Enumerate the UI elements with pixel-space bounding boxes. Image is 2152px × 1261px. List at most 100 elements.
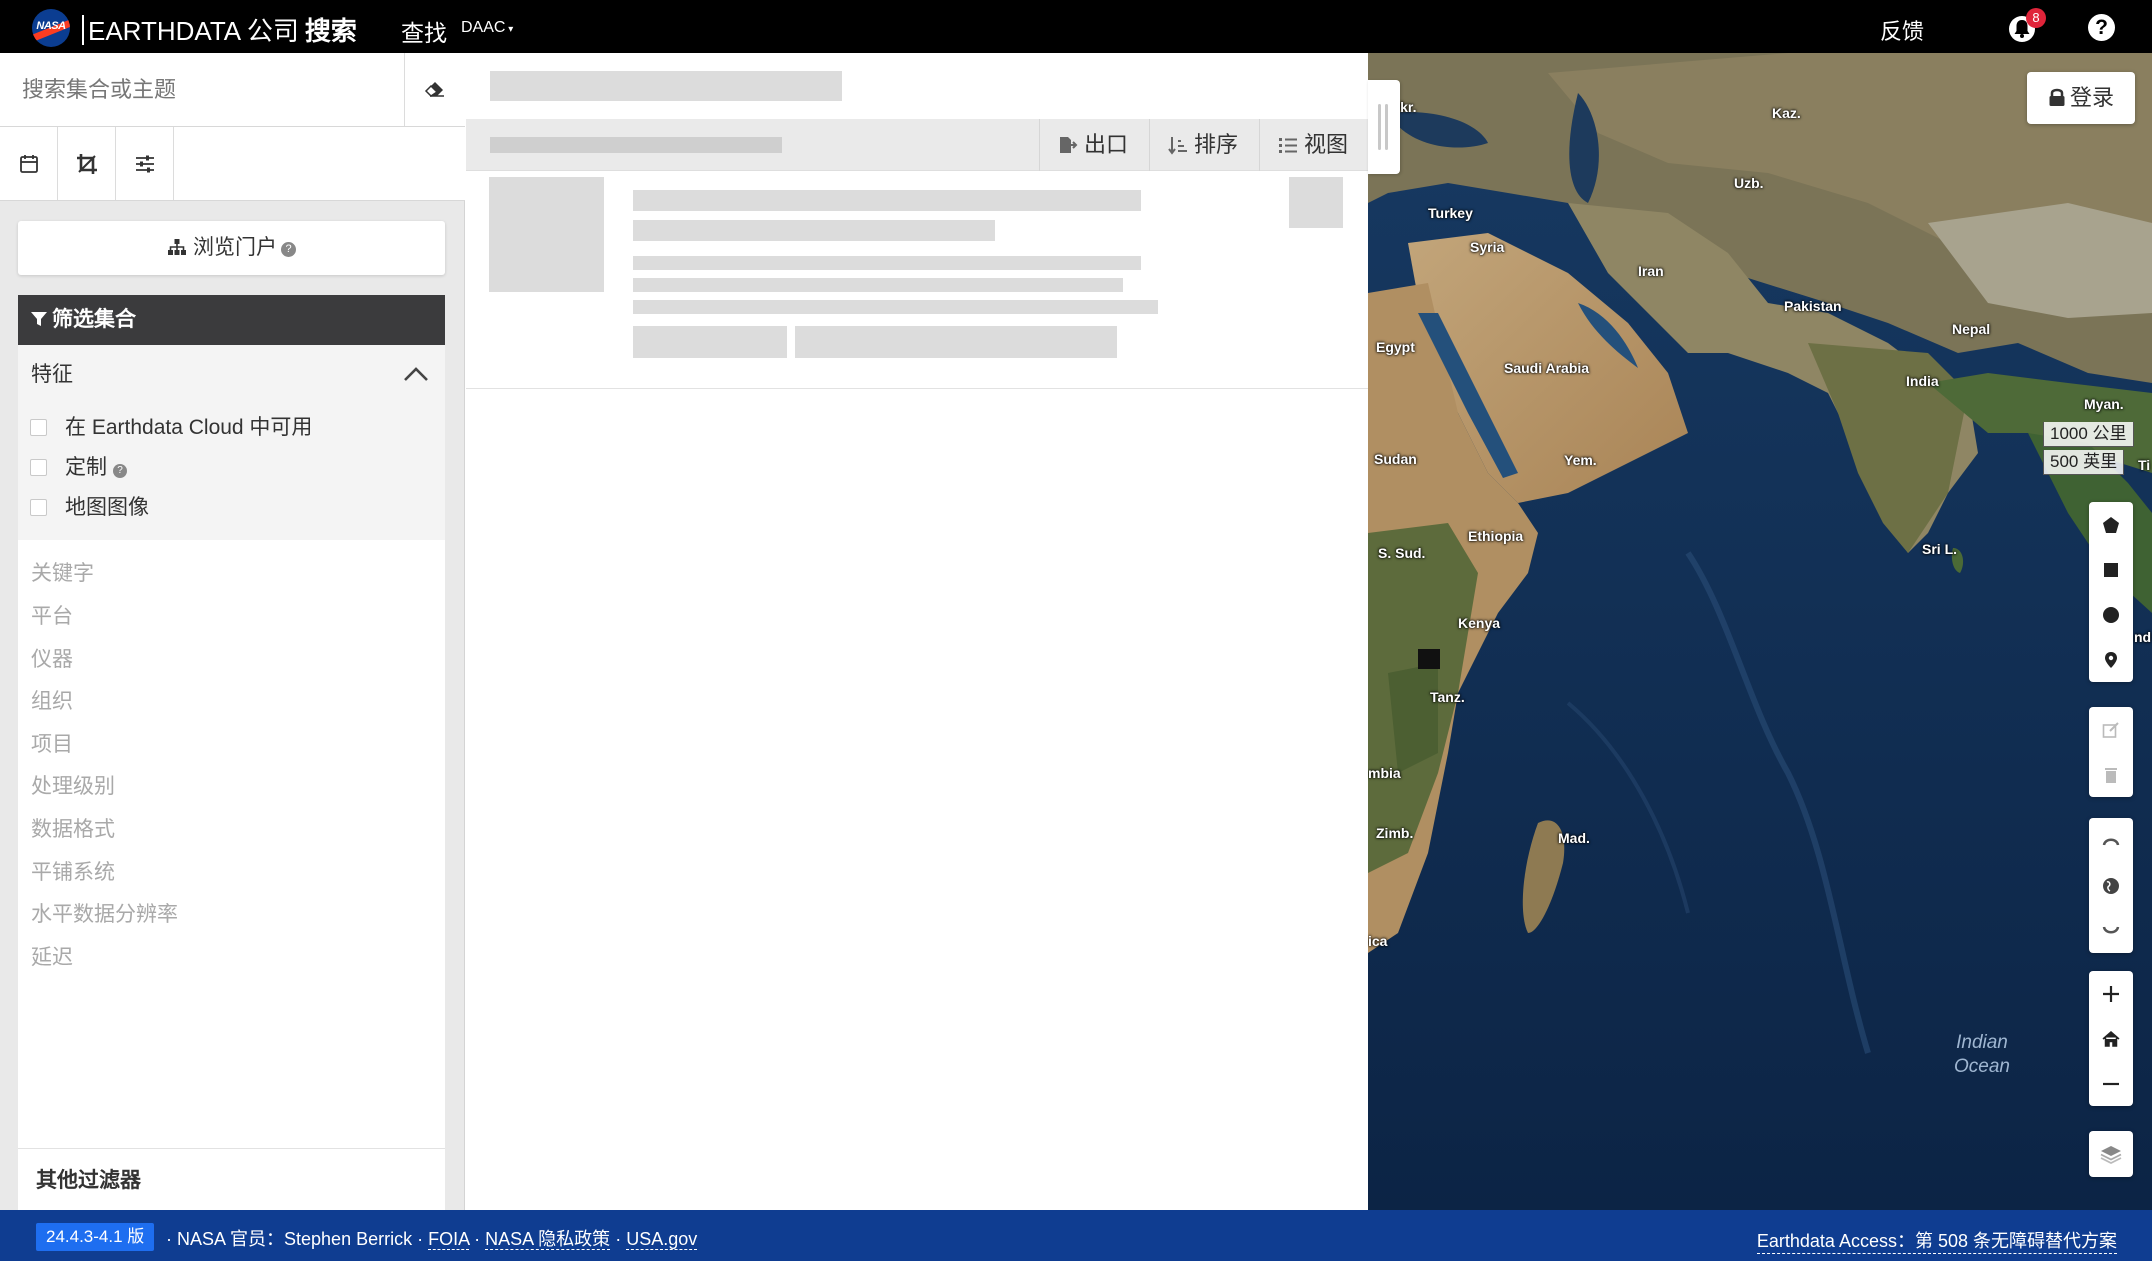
map-label: ica [1368, 933, 1388, 949]
home-button[interactable] [2089, 1016, 2133, 1061]
feature-customizable-checkbox[interactable]: 定制? [30, 448, 127, 488]
south-pole-icon [2102, 926, 2120, 933]
count-skeleton [490, 137, 782, 153]
collection-search-input[interactable] [0, 53, 405, 126]
facet-horizontal-resolution[interactable]: 水平数据分辨率 [31, 898, 178, 928]
map-label: Pakistan [1784, 298, 1842, 314]
checkbox[interactable] [30, 419, 47, 436]
clear-search-button[interactable] [420, 73, 450, 103]
checkbox[interactable] [30, 499, 47, 516]
advanced-search-button[interactable] [116, 127, 174, 200]
map-label: Ti [2138, 457, 2151, 473]
line-skeleton [633, 220, 995, 241]
brand-text-bold: 搜索 [304, 16, 357, 46]
delete-shape-button[interactable] [2089, 752, 2133, 797]
help-circle-icon: ? [281, 242, 296, 257]
pentagon-icon [2103, 516, 2119, 533]
usa-gov-link[interactable]: USA.gov [626, 1229, 698, 1250]
help-button[interactable]: ? [2088, 14, 2115, 41]
help-circle-icon: ? [113, 464, 127, 478]
sort-icon [1168, 137, 1187, 155]
zoom-out-button[interactable] [2089, 1061, 2133, 1106]
login-button[interactable]: 登录 [2027, 72, 2135, 124]
draw-circle-button[interactable] [2089, 592, 2133, 637]
projection-tools [2089, 818, 2133, 953]
line-skeleton [633, 190, 1141, 211]
map-label: Uzb. [1734, 175, 1764, 191]
map-label: Iran [1638, 263, 1664, 279]
export-icon [1060, 137, 1078, 153]
facet-keywords[interactable]: 关键字 [31, 557, 94, 587]
line-skeleton [633, 278, 1123, 292]
export-button[interactable]: 出口 [1039, 119, 1149, 171]
separator: · [474, 1229, 481, 1249]
foia-link[interactable]: FOIA [428, 1229, 470, 1250]
map[interactable]: Ukr. Kaz. Uzb. Turkey Syria Iran Pakista… [1368, 53, 2152, 1210]
results-toolbar: 出口 排序 视图 [466, 119, 1368, 171]
trash-icon [2105, 767, 2117, 783]
earthdata-search-brand[interactable]: EARTHDATA 公司 搜索 [82, 11, 357, 48]
facet-latency[interactable]: 延迟 [31, 941, 73, 971]
spatial-temporal-toolbar [0, 127, 465, 201]
sidebar: 浏览门户? 筛选集合 特征 在 Earthdata Cloud 中可用 定制? … [0, 53, 465, 1210]
line-skeleton [633, 256, 1141, 270]
notifications-button[interactable]: 8 [2008, 8, 2046, 44]
daac-dropdown[interactable]: DAAC ▾ [461, 19, 513, 37]
facet-data-format[interactable]: 数据格式 [31, 813, 115, 843]
edit-shape-button[interactable] [2089, 707, 2133, 752]
spatial-filter-button[interactable] [58, 127, 116, 200]
zoom-tools [2089, 971, 2133, 1106]
features-section-toggle[interactable]: 特征 [18, 345, 445, 405]
browse-portals-button[interactable]: 浏览门户? [18, 221, 445, 275]
facet-processing-levels[interactable]: 处理级别 [31, 770, 115, 800]
north-polar-projection-button[interactable] [2089, 818, 2133, 863]
plus-icon [2103, 985, 2119, 1002]
separator: · [615, 1229, 622, 1249]
facet-instruments[interactable]: 仪器 [31, 643, 73, 673]
draw-point-button[interactable] [2089, 637, 2133, 682]
minus-icon [2103, 1082, 2119, 1085]
crop-icon [76, 153, 97, 174]
footer-links: · NASA 官员：Stephen Berrick · FOIA · NASA … [166, 1225, 698, 1251]
draw-rectangle-button[interactable] [2089, 547, 2133, 592]
map-label: Egypt [1376, 339, 1415, 355]
map-label: Tanz. [1430, 689, 1465, 705]
map-label: Ethiopia [1468, 528, 1524, 544]
find-link[interactable]: 查找 [401, 14, 447, 48]
facet-organizations[interactable]: 组织 [31, 685, 73, 715]
ocean-label: Indian Ocean [1954, 1032, 2010, 1077]
facet-platforms[interactable]: 平台 [31, 600, 73, 630]
accessibility-link[interactable]: Earthdata Access：第 508 条无障碍替代方案 [1756, 1227, 2117, 1254]
map-label: India [1906, 373, 1939, 389]
view-button[interactable]: 视图 [1259, 119, 1368, 171]
draw-polygon-button[interactable] [2089, 502, 2133, 547]
divider [466, 388, 1368, 389]
panel-resize-handle[interactable] [1368, 80, 1400, 174]
nasa-logo[interactable]: NASA [32, 9, 70, 47]
map-label: mbia [1368, 765, 1401, 781]
calendar-icon [19, 154, 38, 173]
results-panel: 出口 排序 视图 [466, 53, 1368, 1210]
tag-skeleton [633, 326, 787, 358]
feature-map-imagery-checkbox[interactable]: 地图图像 [30, 488, 149, 528]
map-marker-icon [2105, 651, 2117, 668]
temporal-filter-button[interactable] [0, 127, 58, 200]
map-label: Mad. [1558, 830, 1590, 846]
feedback-link[interactable]: 反馈 [1880, 14, 1924, 46]
privacy-policy-link[interactable]: NASA 隐私政策 [485, 1229, 611, 1250]
map-label: Syria [1470, 239, 1505, 255]
south-polar-projection-button[interactable] [2089, 908, 2133, 953]
map-label: Turkey [1428, 205, 1473, 221]
brand-text: EARTHDATA 公司 [88, 16, 299, 46]
sort-button[interactable]: 排序 [1149, 119, 1259, 171]
feature-cloud-checkbox[interactable]: 在 Earthdata Cloud 中可用 [30, 408, 312, 448]
layers-button[interactable] [2089, 1131, 2133, 1176]
checkbox[interactable] [30, 459, 47, 476]
scale-km: 1000 公里 [2043, 422, 2134, 447]
facet-tiling-system[interactable]: 平铺系统 [31, 856, 115, 886]
zoom-in-button[interactable] [2089, 971, 2133, 1016]
geographic-projection-button[interactable] [2089, 863, 2133, 908]
layers-icon [2100, 1145, 2122, 1164]
facet-projects[interactable]: 项目 [31, 728, 73, 758]
square-icon [2104, 562, 2118, 577]
